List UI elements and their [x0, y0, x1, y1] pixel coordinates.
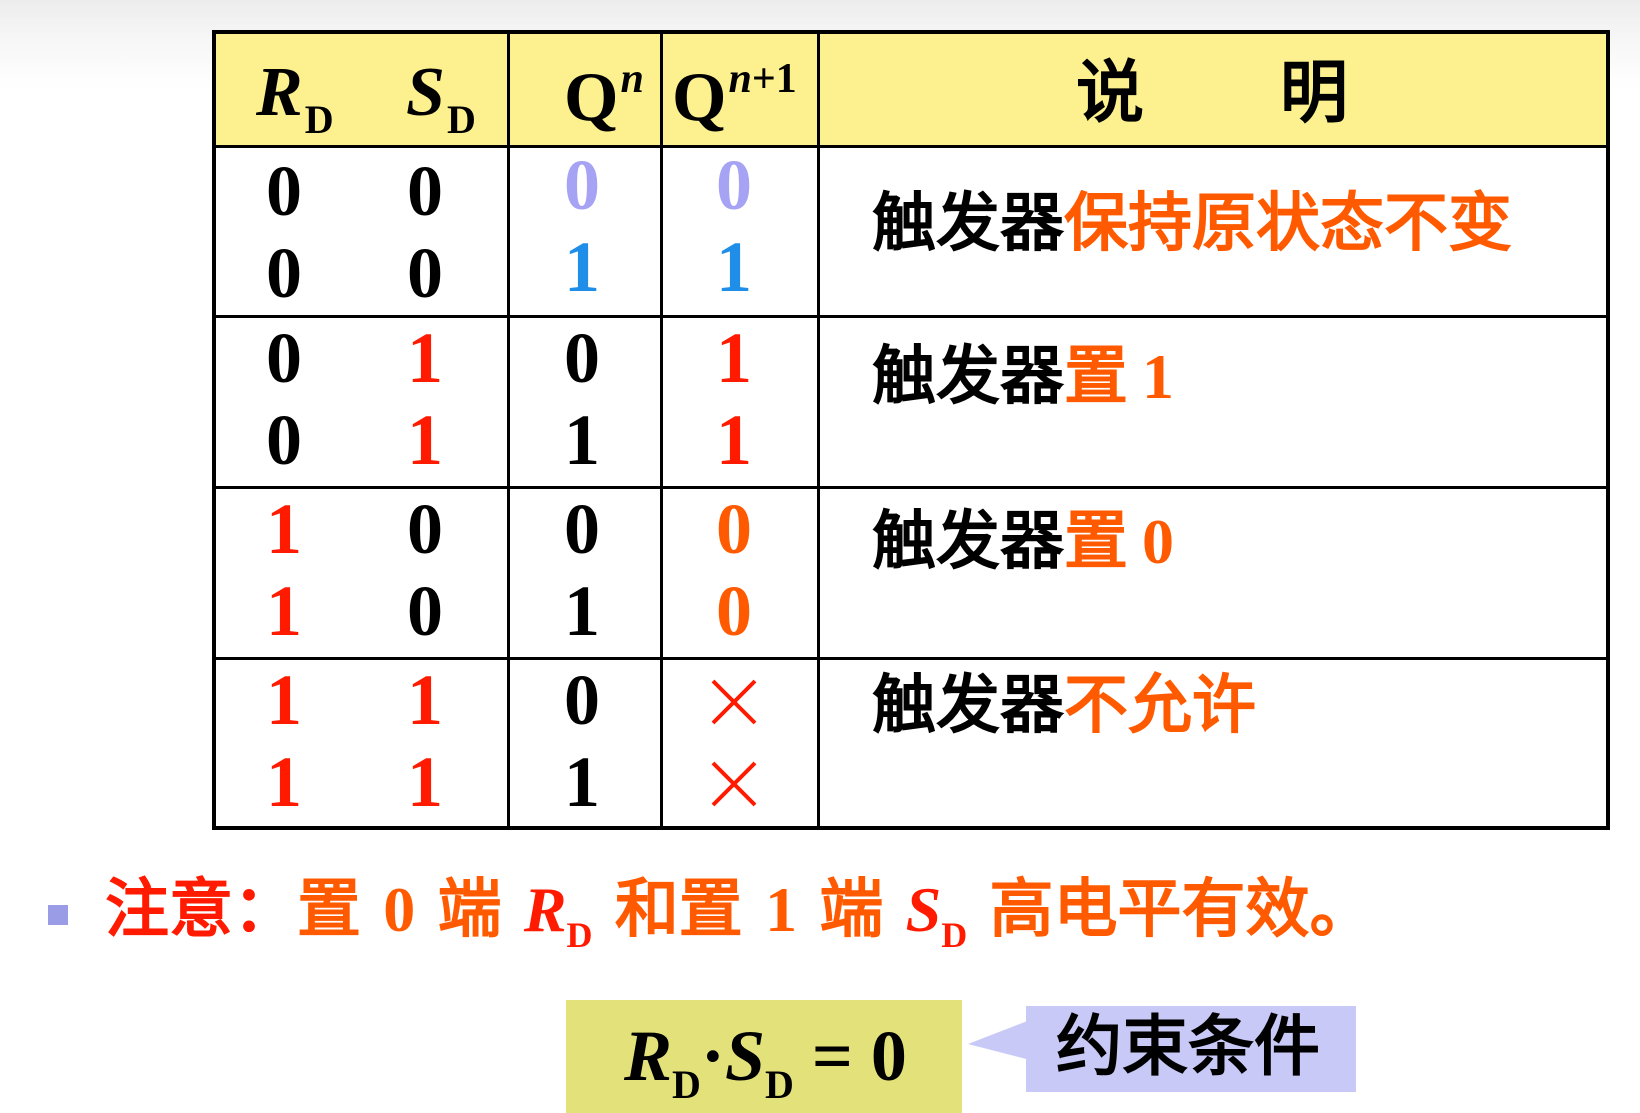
description-set-1: 触发器置 1 [872, 345, 1174, 410]
note-rd-sub: D [566, 915, 593, 955]
description-forbidden: 触发器不允许 [872, 674, 1256, 738]
header-qn1-base: Q [672, 59, 727, 136]
cell-qn1: 1 [716, 227, 752, 307]
header-rd-var: R [256, 54, 303, 131]
cell-qn: 1 [564, 742, 600, 822]
cell-qn: 0 [564, 660, 600, 740]
cell-qn: 0 [564, 145, 600, 225]
table-column-divider [817, 34, 820, 826]
header-qn1-sup-var: n [728, 56, 752, 102]
cell-qn: 0 [564, 489, 600, 569]
header-sd-var: S [406, 54, 445, 131]
cell-sd: 0 [407, 571, 443, 651]
cell-sd: 0 [407, 489, 443, 569]
header-qn1-sup-rest: +1 [751, 56, 797, 102]
cell-qn1: 0 [716, 145, 752, 225]
cell-rd: 1 [266, 660, 302, 740]
cell-sd: 1 [407, 742, 443, 822]
cell-rd: 1 [266, 489, 302, 569]
description-number: 1 [1142, 341, 1174, 412]
note-text: 和置 [614, 873, 743, 947]
formula-dot: · [700, 1016, 725, 1096]
table-column-divider [660, 34, 663, 826]
header-description: 说 明 [1076, 54, 1349, 133]
cell-qn: 1 [564, 400, 600, 480]
note-label: 注意： [105, 873, 297, 947]
formula-equals: = 0 [811, 1016, 907, 1096]
note-rd-var: R [523, 874, 567, 945]
constraint-callout: 约束条件 [1026, 1006, 1356, 1092]
description-highlight: 置 [1064, 505, 1128, 579]
header-sd-sub: D [446, 97, 476, 142]
header-qn: Qn [564, 58, 644, 133]
cell-sd: 0 [407, 151, 443, 231]
description-number: 0 [1142, 506, 1174, 577]
cell-sd: 0 [407, 233, 443, 313]
header-sd: SD [406, 58, 476, 140]
table-column-divider [507, 34, 510, 826]
description-hold: 触发器保持原状态不变 [872, 192, 1512, 256]
header-qn-base: Q [564, 59, 619, 136]
description-lead: 触发器 [872, 669, 1064, 743]
description-set-0: 触发器置 0 [872, 510, 1174, 575]
cell-rd: 0 [266, 318, 302, 398]
note-text: 端 [437, 873, 502, 947]
formula-s-var: S [724, 1016, 765, 1096]
cell-rd: 1 [266, 571, 302, 651]
description-highlight: 保持原状态不变 [1064, 187, 1512, 261]
note-text: 置 [297, 873, 361, 947]
header-rd: RD [256, 58, 334, 140]
cell-qn: 1 [564, 571, 600, 651]
header-qn1: Qn+1 [672, 58, 797, 133]
cell-qn1: 0 [716, 571, 752, 651]
cross-icon [711, 761, 757, 807]
constraint-label: 约束条件 [1056, 1008, 1320, 1085]
constraint-formula: RD·SD = 0 [624, 1020, 907, 1105]
cell-rd: 0 [266, 400, 302, 480]
description-highlight: 置 [1064, 340, 1128, 414]
cell-rd: 0 [266, 151, 302, 231]
cross-icon [711, 679, 757, 725]
formula-s-sub: D [764, 1062, 794, 1107]
note-number: 0 [383, 874, 416, 945]
truth-table: RD SD Qn Qn+1 说 明 0 0 0 0 0 0 1 1 0 1 0 … [212, 30, 1610, 830]
cell-qn1: 1 [716, 318, 752, 398]
formula-r-sub: D [672, 1062, 701, 1107]
description-lead: 触发器 [872, 505, 1064, 579]
header-rd-sub: D [304, 97, 334, 142]
cell-qn1: 0 [716, 489, 752, 569]
formula-r-var: R [624, 1016, 673, 1096]
cell-rd: 1 [266, 742, 302, 822]
note-number: 1 [765, 874, 798, 945]
cell-rd: 0 [266, 233, 302, 313]
note-text: 端 [819, 873, 884, 947]
constraint-formula-box: RD·SD = 0 [566, 1000, 962, 1113]
description-lead: 触发器 [872, 187, 1064, 261]
cell-sd: 1 [407, 660, 443, 740]
slide: RD SD Qn Qn+1 说 明 0 0 0 0 0 0 1 1 0 1 0 … [0, 0, 1640, 1113]
description-highlight: 不允许 [1064, 669, 1256, 743]
note-sd-sub: D [941, 915, 968, 955]
bullet-square-icon [48, 905, 68, 925]
note-sd-var: S [905, 874, 942, 945]
description-lead: 触发器 [872, 340, 1064, 414]
header-qn-sup: n [620, 56, 644, 102]
cell-sd: 1 [407, 318, 443, 398]
cell-qn: 1 [564, 227, 600, 307]
cell-qn1: 1 [716, 400, 752, 480]
note-line: 注意：置 0 端 RD 和置 1 端 SD 高电平有效。 [105, 878, 1374, 955]
cell-qn: 0 [564, 318, 600, 398]
note-text: 高电平有效。 [989, 873, 1374, 947]
cell-sd: 1 [407, 400, 443, 480]
